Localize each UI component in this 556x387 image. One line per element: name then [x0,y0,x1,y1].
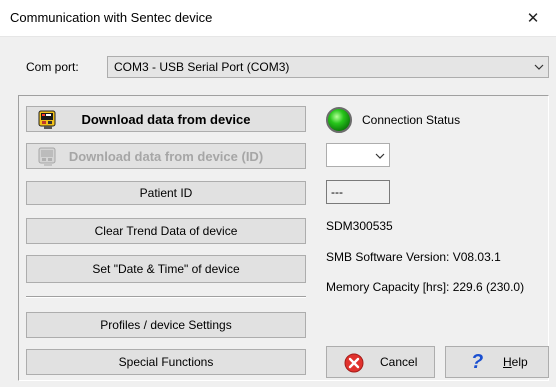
cancel-label: Cancel [380,355,418,369]
patient-id-value: --- [331,185,343,199]
com-port-value: COM3 - USB Serial Port (COM3) [114,60,290,74]
download-data-id-button[interactable]: Download data from device (ID) [26,143,306,169]
window-title: Communication with Sentec device [10,10,213,25]
download-data-button[interactable]: Download data from device [26,106,306,132]
com-port-select[interactable]: COM3 - USB Serial Port (COM3) [107,56,549,78]
clear-trend-label: Clear Trend Data of device [94,224,238,238]
patient-id-button[interactable]: Patient ID [26,181,306,205]
smb-software-version: SMB Software Version: V08.03.1 [326,250,501,264]
device-id-select[interactable] [326,143,390,167]
title-bar: Communication with Sentec device ✕ [0,0,556,37]
set-datetime-label: Set "Date & Time" of device [92,262,240,276]
download-data-label: Download data from device [81,111,251,127]
memory-capacity: Memory Capacity [hrs]: 229.6 (230.0) [326,280,525,294]
com-port-label: Com port: [26,60,79,74]
clear-trend-button[interactable]: Clear Trend Data of device [26,218,306,244]
profiles-settings-button[interactable]: Profiles / device Settings [26,312,306,338]
download-data-id-label: Download data from device (ID) [68,148,264,164]
device-serial: SDM300535 [326,219,393,233]
connection-status-label: Connection Status [362,113,461,127]
special-functions-button[interactable]: Special Functions [26,349,306,375]
separator-line [26,296,306,298]
set-datetime-button[interactable]: Set "Date & Time" of device [26,255,306,283]
chevron-down-icon [530,64,548,70]
special-functions-label: Special Functions [118,355,214,369]
download-device-id-icon [37,147,59,170]
help-button[interactable]: ? Help [445,346,549,378]
cancel-icon [344,353,364,376]
help-hotkey: H [503,355,512,369]
help-label-rest: elp [511,355,528,369]
profiles-settings-label: Profiles / device Settings [100,318,232,332]
patient-id-field: --- [326,180,390,204]
close-button[interactable]: ✕ [510,0,556,36]
help-label: Help [503,355,528,369]
chevron-down-icon [375,148,385,162]
cancel-button[interactable]: Cancel [326,346,435,378]
download-device-icon [37,110,59,133]
help-icon: ? [471,351,484,373]
connection-status-led [326,107,352,133]
close-icon: ✕ [526,10,540,27]
patient-id-label: Patient ID [139,186,193,200]
